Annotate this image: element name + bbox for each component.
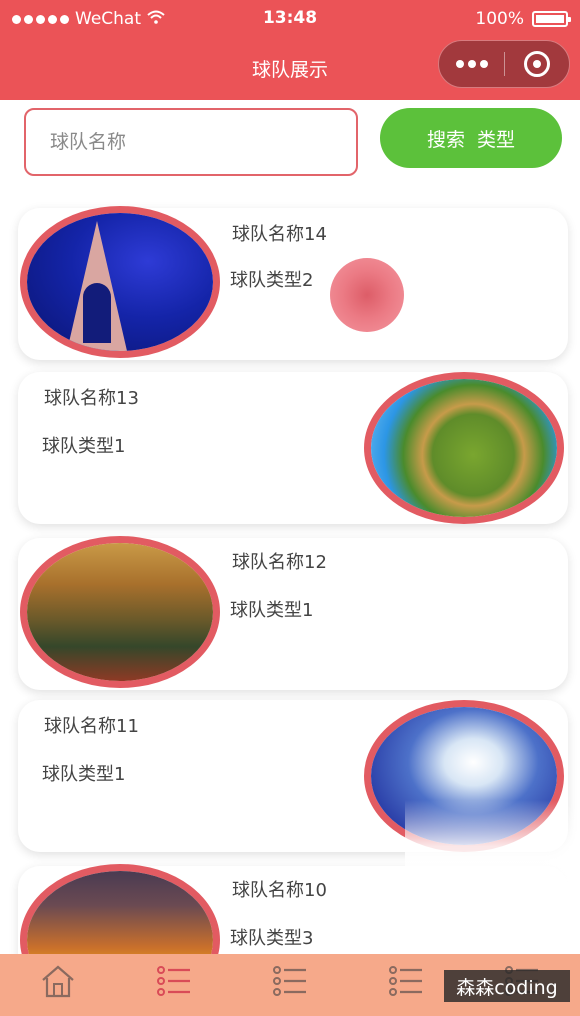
team-image [364, 372, 564, 524]
battery-label: 100% [475, 9, 524, 29]
tab-list-1[interactable] [116, 954, 232, 1016]
close-icon[interactable] [505, 51, 569, 77]
team-image [20, 536, 220, 688]
battery-status: 100% [475, 9, 571, 29]
home-icon [40, 964, 76, 998]
battery-icon [532, 11, 571, 27]
search-input[interactable] [24, 108, 358, 176]
team-name: 球队名称14 [232, 224, 327, 245]
team-name: 球队名称12 [232, 552, 327, 573]
team-type: 球队类型1 [42, 436, 126, 457]
team-type: 球队类型2 [230, 270, 314, 291]
type-button-label: 类型 [477, 129, 516, 151]
search-button[interactable]: 搜索 类型 [380, 108, 562, 168]
list-icon [272, 964, 308, 998]
top-bar: WeChat 13:48 100% 球队展示 [0, 0, 580, 100]
tab-home[interactable] [0, 954, 116, 1016]
team-type: 球队类型3 [230, 928, 314, 949]
list-icon [156, 964, 192, 998]
team-type: 球队类型1 [42, 764, 126, 785]
tab-list-2[interactable] [232, 954, 348, 1016]
search-button-label: 搜索 [426, 129, 465, 151]
team-name: 球队名称13 [44, 388, 139, 409]
team-name: 球队名称10 [232, 880, 327, 901]
miniprogram-capsule [438, 40, 570, 88]
team-image [20, 206, 220, 358]
status-bar: WeChat 13:48 100% [0, 0, 580, 40]
more-icon[interactable] [439, 60, 504, 68]
watermark-fade [405, 800, 580, 954]
team-name: 球队名称11 [44, 716, 139, 737]
list-icon [388, 964, 424, 998]
touch-indicator [330, 258, 404, 332]
team-type: 球队类型1 [230, 600, 314, 621]
watermark: 森森coding [444, 970, 570, 1002]
